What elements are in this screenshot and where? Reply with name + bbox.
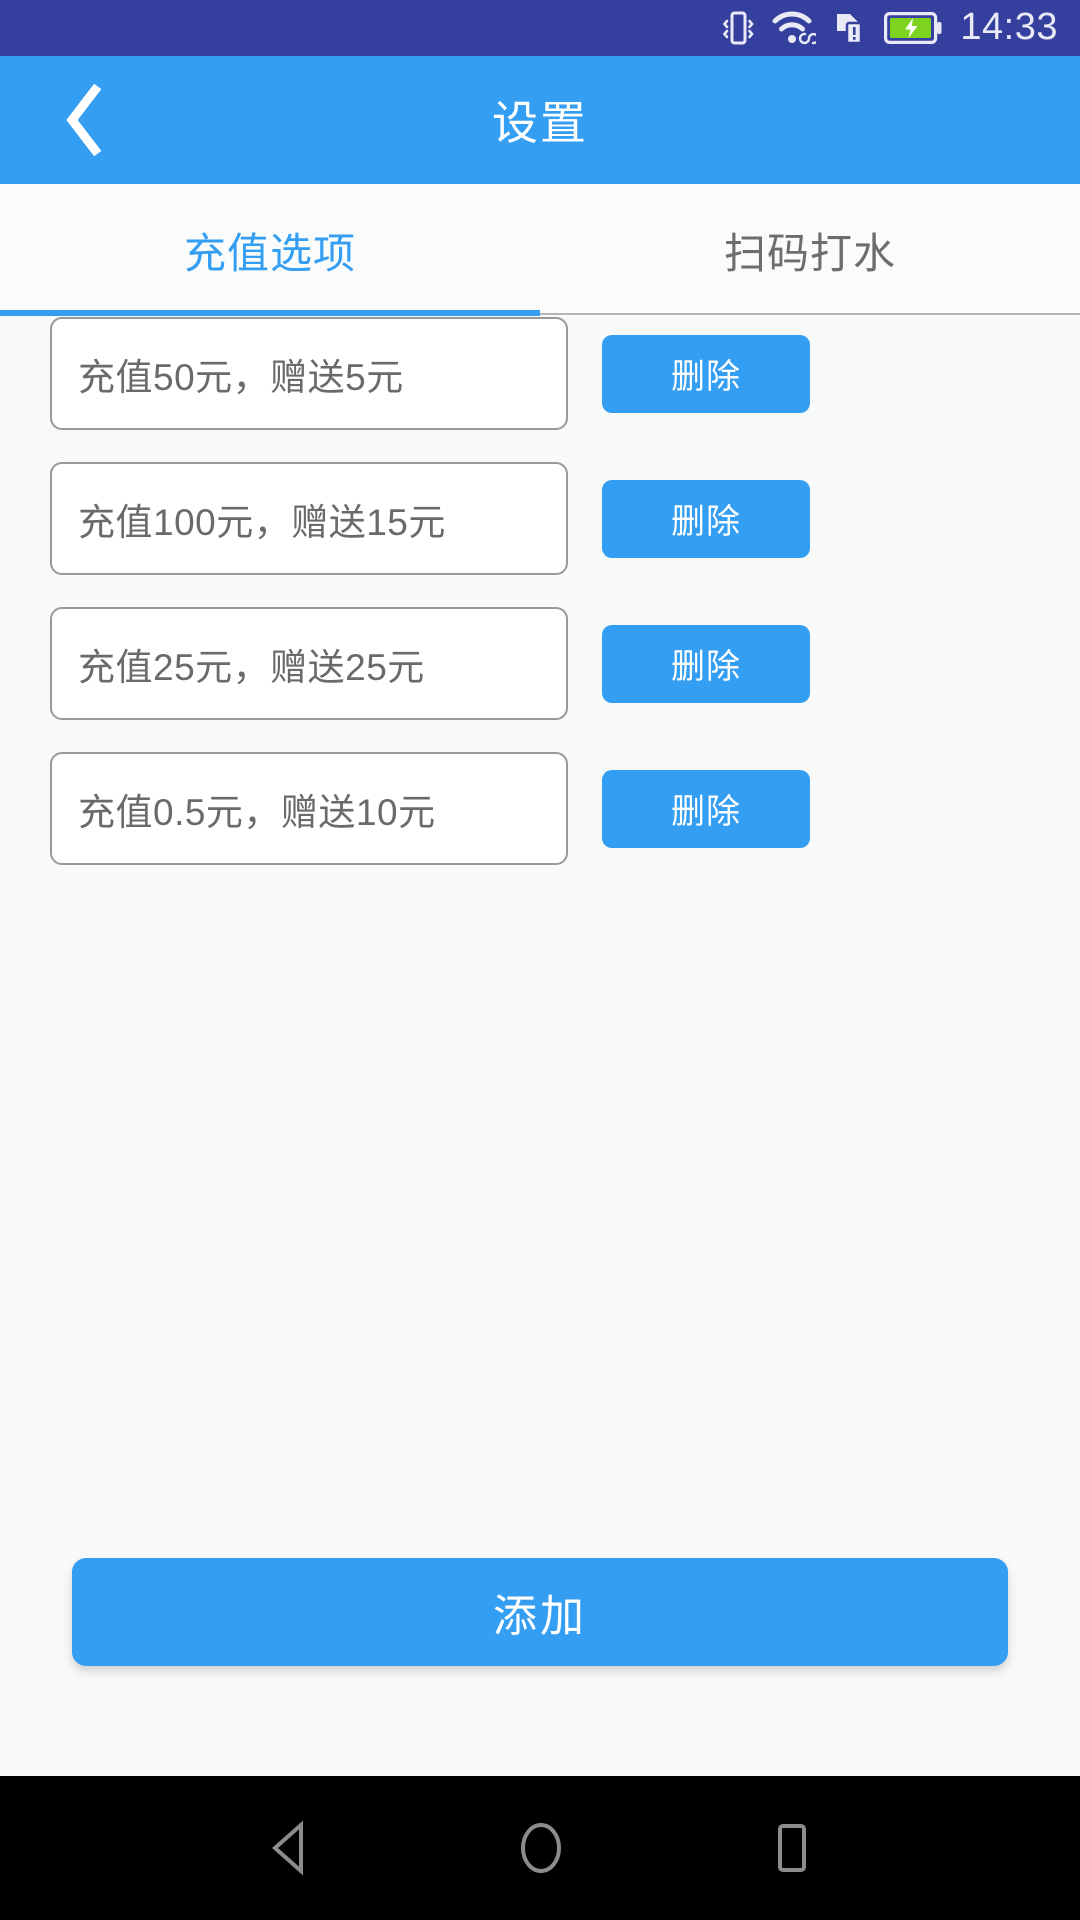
- recharge-option-field[interactable]: 充值25元，赠送25元: [50, 607, 568, 720]
- page-title: 设置: [492, 97, 588, 149]
- nav-recents-button[interactable]: [765, 1819, 817, 1877]
- delete-button-label: 删除: [671, 503, 741, 541]
- phone-screen: 14:33 设置 充值选项 扫码打水 充值50元，赠送5元 删除 充值100元，…: [0, 0, 1080, 1920]
- nav-back-icon: [271, 1820, 303, 1876]
- delete-button[interactable]: 删除: [602, 624, 810, 703]
- nav-home-button[interactable]: [513, 1819, 569, 1877]
- back-button[interactable]: [28, 56, 140, 184]
- delete-button-label: 删除: [671, 648, 741, 686]
- recharge-option-text: 充值0.5元，赠送10元: [78, 791, 436, 833]
- tab-label: 扫码打水: [723, 229, 896, 277]
- nav-recents-icon: [778, 1824, 806, 1872]
- tab-recharge-options[interactable]: 充值选项: [0, 184, 540, 316]
- delete-button-label: 删除: [671, 793, 741, 831]
- status-bar: 14:33: [0, 0, 1080, 56]
- status-bar-icons: [721, 9, 942, 47]
- list-item: 充值25元，赠送25元 删除: [0, 607, 1080, 720]
- recharge-option-text: 充值50元，赠送5元: [78, 356, 404, 398]
- recharge-option-field[interactable]: 充值100元，赠送15元: [50, 462, 568, 575]
- tab-bar: 充值选项 扫码打水: [0, 184, 1080, 316]
- delete-button[interactable]: 删除: [602, 479, 810, 558]
- list-item: 充值50元，赠送5元 删除: [0, 317, 1080, 430]
- recharge-option-list: 充值50元，赠送5元 删除 充值100元，赠送15元 删除 充值25元，赠送25…: [0, 316, 1080, 865]
- add-button[interactable]: 添加: [72, 1558, 1008, 1666]
- tab-scan-water[interactable]: 扫码打水: [540, 184, 1080, 316]
- nav-back-button[interactable]: [263, 1819, 317, 1877]
- wifi-icon: [772, 11, 817, 45]
- add-button-label: 添加: [493, 1592, 587, 1641]
- recharge-option-text: 充值100元，赠送15元: [78, 501, 446, 543]
- nav-home-icon: [521, 1823, 561, 1873]
- delete-button-label: 删除: [671, 358, 741, 396]
- delete-button[interactable]: 删除: [602, 769, 810, 848]
- vibrate-icon: [723, 11, 755, 45]
- tab-label: 充值选项: [183, 229, 356, 277]
- sim-card-alert-icon: [837, 14, 863, 45]
- status-bar-clock: 14:33: [960, 6, 1058, 48]
- recharge-option-field[interactable]: 充值50元，赠送5元: [50, 317, 568, 430]
- recharge-option-text: 充值25元，赠送25元: [78, 646, 425, 688]
- android-nav-bar: [0, 1776, 1080, 1920]
- back-chevron-icon: [66, 84, 102, 156]
- recharge-option-field[interactable]: 充值0.5元，赠送10元: [50, 752, 568, 865]
- list-item: 充值100元，赠送15元 删除: [0, 462, 1080, 575]
- battery-charging-icon: [884, 12, 942, 44]
- list-item: 充值0.5元，赠送10元 删除: [0, 752, 1080, 865]
- title-bar: 设置: [0, 56, 1080, 184]
- delete-button[interactable]: 删除: [602, 334, 810, 413]
